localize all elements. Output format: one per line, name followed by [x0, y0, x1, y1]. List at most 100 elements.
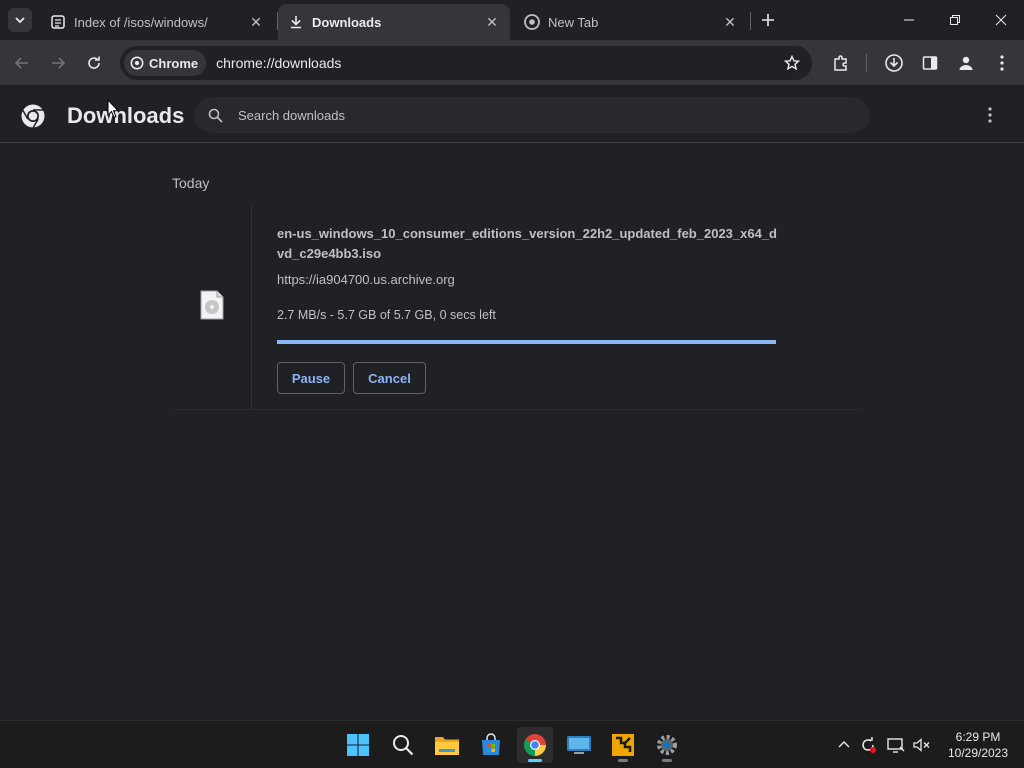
side-panel-icon [922, 56, 938, 70]
search-input[interactable] [238, 107, 838, 123]
reload-icon [88, 56, 100, 69]
arrow-right-icon [52, 57, 66, 69]
side-panel-button[interactable] [918, 51, 942, 75]
system-clock[interactable]: 6:29 PM 10/29/2023 [940, 729, 1016, 761]
chrome-icon [524, 734, 546, 756]
search-icon [206, 106, 224, 124]
taskbar-search-button[interactable] [385, 727, 421, 763]
chip-label: Chrome [149, 55, 199, 71]
cancel-button[interactable]: Cancel [353, 362, 426, 394]
file-explorer-icon [435, 737, 459, 755]
star-icon [784, 55, 800, 71]
profile-button[interactable] [954, 51, 978, 75]
chrome-icon [130, 56, 144, 70]
monitor-network-icon [887, 738, 905, 753]
download-status: 2.7 MB/s - 5.7 GB of 5.7 GB, 0 secs left [277, 308, 496, 322]
archive-favicon-icon [50, 14, 66, 30]
arrow-left-icon [14, 57, 28, 69]
download-progress-bar [277, 340, 776, 344]
volume-tray-icon[interactable] [912, 735, 932, 755]
file-name-link[interactable]: en-us_windows_10_consumer_editions_versi… [277, 224, 777, 264]
downloads-list: Today en-us_windows_10_consumer_editions… [0, 144, 1024, 720]
source-url-link[interactable]: https://ia904700.us.archive.org [277, 272, 455, 287]
progress-fill [277, 340, 776, 344]
url-text[interactable]: chrome://downloads [216, 55, 341, 71]
search-downloads-box[interactable] [194, 97, 870, 133]
puzzle-icon [834, 55, 847, 71]
tab-title: New Tab [548, 14, 599, 30]
start-icon [347, 734, 369, 756]
date-group-label: Today [172, 175, 210, 191]
extensions-button[interactable] [829, 51, 853, 75]
minimize-icon [904, 19, 914, 21]
chrome-taskbar-button[interactable] [517, 727, 553, 763]
download-item: en-us_windows_10_consumer_editions_versi… [172, 206, 862, 410]
close-icon[interactable]: ✕ [722, 14, 738, 30]
tab-index-isos[interactable]: Index of /isos/windows/ ✕ [40, 4, 274, 40]
bookmark-star-button[interactable] [782, 53, 802, 73]
tab-new-tab[interactable]: New Tab ✕ [514, 4, 748, 40]
settings-icon [657, 735, 677, 755]
sync-status-tray-icon[interactable] [858, 735, 878, 755]
tab-title: Index of /isos/windows/ [74, 14, 208, 30]
close-icon[interactable]: ✕ [248, 14, 264, 30]
chrome-icon [524, 14, 540, 30]
restore-icon [950, 15, 960, 25]
downloads-header: Downloads [0, 87, 1024, 143]
windows-taskbar: 6:29 PM 10/29/2023 [0, 720, 1024, 768]
running-indicator [618, 759, 628, 762]
browser-toolbar: Chrome chrome://downloads [0, 40, 1024, 86]
download-icon [288, 14, 304, 30]
microsoft-store-button[interactable] [473, 727, 509, 763]
archive-tool-button[interactable] [605, 727, 641, 763]
network-tray-icon[interactable] [886, 735, 906, 755]
clock-time: 6:29 PM [955, 730, 1001, 744]
toolbar-divider [866, 54, 867, 72]
remote-desktop-button[interactable] [561, 727, 597, 763]
close-icon[interactable]: ✕ [484, 14, 500, 30]
tab-title: Downloads [312, 14, 382, 30]
kebab-menu-icon [1000, 55, 1004, 71]
plus-icon [762, 14, 774, 26]
clock-date: 10/29/2023 [947, 746, 1009, 760]
start-button[interactable] [340, 727, 376, 763]
mouse-cursor-icon [107, 99, 119, 119]
remote-desktop-icon [567, 736, 591, 754]
tab-strip: Index of /isos/windows/ ✕ Downloads ✕ Ne… [0, 0, 1024, 40]
page-title: Downloads [67, 103, 185, 128]
search-icon [393, 735, 414, 756]
file-icon-column [172, 206, 252, 410]
archive-tool-icon [612, 734, 634, 756]
settings-taskbar-button[interactable] [649, 727, 685, 763]
reload-button[interactable] [80, 49, 108, 77]
site-info-chip[interactable]: Chrome [124, 50, 207, 76]
running-indicator [662, 759, 672, 762]
file-explorer-button[interactable] [429, 727, 465, 763]
show-hidden-icons-button[interactable] [834, 735, 854, 755]
pause-button[interactable]: Pause [277, 362, 345, 394]
chevron-down-icon [15, 17, 25, 24]
microsoft-store-icon [482, 733, 500, 755]
new-tab-button[interactable] [756, 8, 780, 32]
downloads-menu-button[interactable] [978, 103, 1002, 127]
chrome-menu-button[interactable] [990, 51, 1014, 75]
disc-image-file-icon [200, 290, 224, 320]
tab-search-button[interactable] [8, 8, 32, 32]
speaker-muted-icon [913, 738, 930, 752]
sync-alert-icon [862, 737, 876, 753]
tab-downloads[interactable]: Downloads ✕ [278, 4, 510, 40]
download-circle-icon [885, 54, 903, 72]
chevron-up-icon [838, 741, 850, 748]
close-window-button[interactable] [978, 0, 1024, 40]
downloads-button[interactable] [882, 51, 906, 75]
tab-separator [750, 12, 751, 30]
kebab-menu-icon [988, 107, 992, 123]
chrome-logo-icon [21, 104, 45, 129]
active-indicator [528, 759, 542, 762]
back-button[interactable] [8, 49, 36, 77]
forward-button[interactable] [44, 49, 72, 77]
restore-button[interactable] [932, 0, 978, 40]
close-icon [995, 14, 1007, 26]
minimize-button[interactable] [886, 0, 932, 40]
omnibox[interactable]: Chrome chrome://downloads [120, 46, 812, 80]
